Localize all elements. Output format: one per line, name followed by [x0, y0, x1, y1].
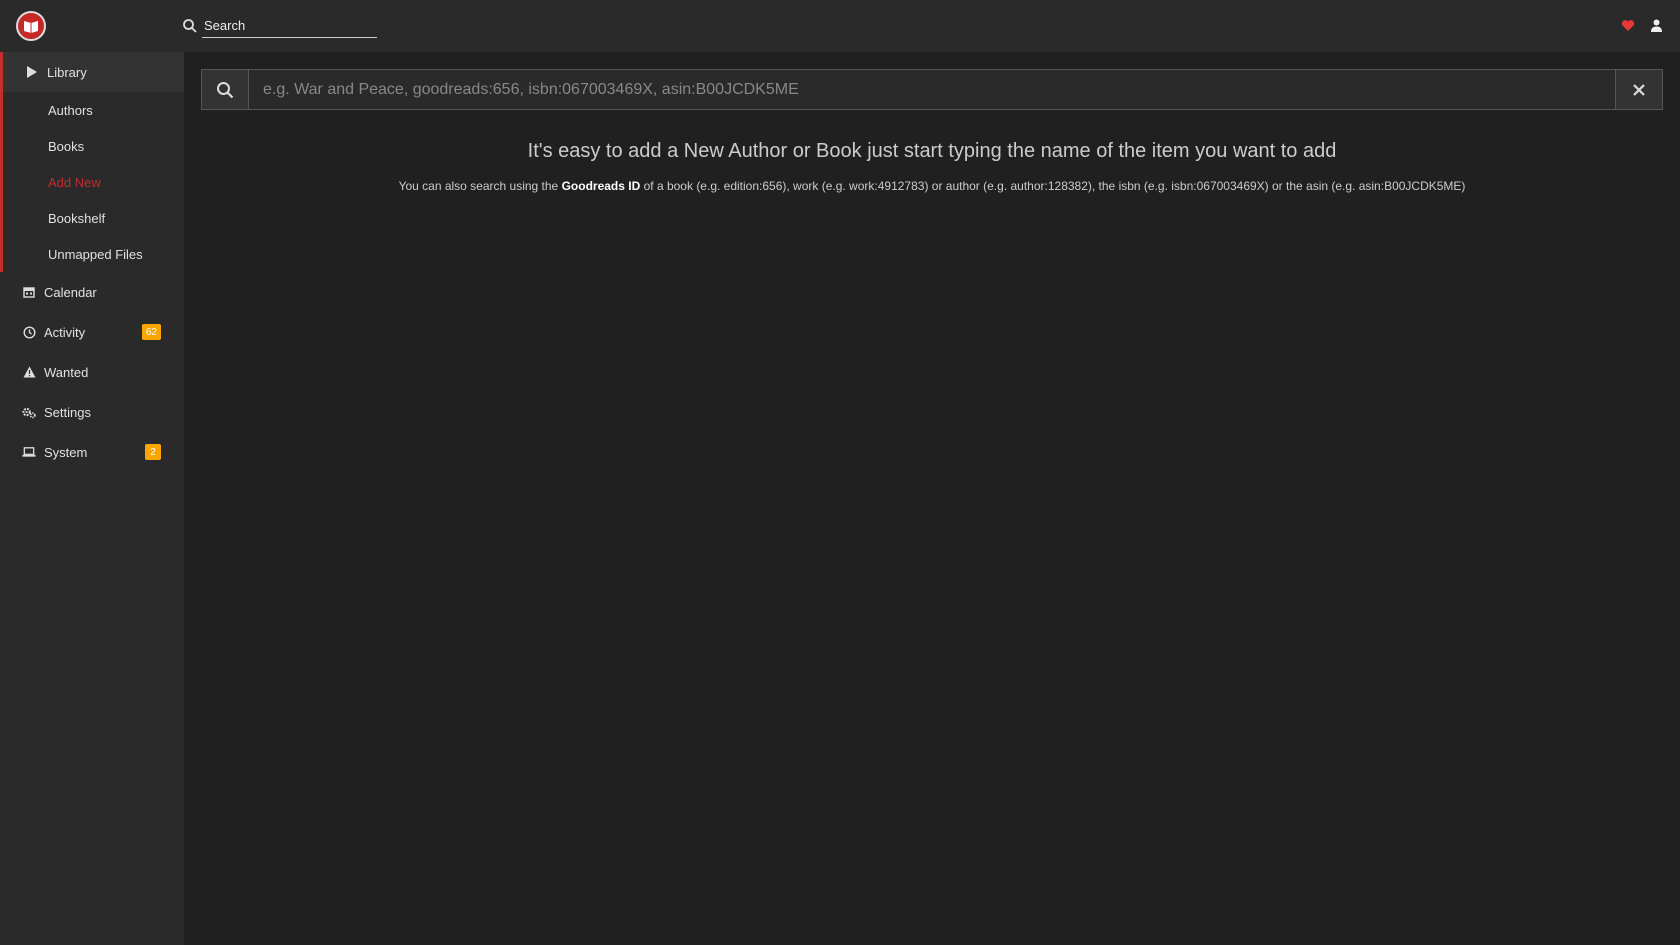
clock-icon: [22, 325, 36, 339]
user-icon[interactable]: [1646, 15, 1666, 35]
sidebar-item-settings[interactable]: Settings: [0, 392, 184, 432]
close-icon: [1633, 83, 1645, 96]
laptop-icon: [22, 445, 36, 459]
help-bold: Goodreads ID: [561, 179, 641, 193]
sidebar-item-add-new[interactable]: Add New: [3, 164, 184, 200]
sidebar-item-label: Library: [47, 64, 87, 80]
search-icon: [183, 19, 197, 33]
sidebar-item-wanted[interactable]: Wanted: [0, 352, 184, 392]
sidebar-item-system[interactable]: System 2: [0, 432, 184, 472]
book-logo-icon: [24, 21, 38, 33]
sidebar-item-books[interactable]: Books: [3, 128, 184, 164]
search-button[interactable]: [202, 70, 249, 109]
search-icon: [217, 81, 234, 98]
library-group: Library Authors Books Add New Bookshelf …: [0, 52, 184, 272]
activity-badge: 62: [141, 324, 161, 340]
main-content: It's easy to add a New Author or Book ju…: [184, 52, 1680, 945]
help-text: You can also search using the Goodreads …: [184, 179, 1680, 193]
play-icon: [25, 65, 39, 79]
sidebar-item-label: Wanted: [44, 364, 89, 380]
calendar-icon: [22, 285, 36, 299]
add-new-search-input[interactable]: [249, 70, 1615, 109]
warning-icon: [22, 365, 36, 379]
sidebar-item-authors[interactable]: Authors: [3, 92, 184, 128]
top-bar: [0, 0, 1680, 52]
header-search: [182, 14, 378, 38]
help-suffix: of a book (e.g. edition:656), work (e.g.…: [643, 179, 1466, 193]
sidebar-item-library[interactable]: Library: [3, 52, 184, 92]
sidebar-item-label: System: [44, 444, 88, 460]
sidebar: Library Authors Books Add New Bookshelf …: [0, 52, 184, 945]
system-badge: 2: [145, 444, 161, 460]
help-title: It's easy to add a New Author or Book ju…: [527, 140, 1337, 162]
sidebar-item-bookshelf[interactable]: Bookshelf: [3, 200, 184, 236]
clear-search-button[interactable]: [1615, 70, 1662, 109]
header-actions: [1618, 15, 1666, 35]
app-logo[interactable]: [16, 11, 46, 41]
sidebar-item-label: Calendar: [44, 284, 97, 300]
gears-icon: [22, 405, 36, 419]
sidebar-item-label: Activity: [44, 324, 86, 340]
help-prefix: You can also search using the: [398, 179, 559, 193]
add-new-search-bar: [201, 69, 1663, 110]
donate-heart-icon[interactable]: [1618, 15, 1638, 35]
header-search-input[interactable]: [202, 14, 377, 38]
sidebar-item-activity[interactable]: Activity 62: [0, 312, 184, 352]
sidebar-item-label: Settings: [44, 404, 91, 420]
sidebar-item-calendar[interactable]: Calendar: [0, 272, 184, 312]
sidebar-item-unmapped-files[interactable]: Unmapped Files: [3, 236, 184, 272]
